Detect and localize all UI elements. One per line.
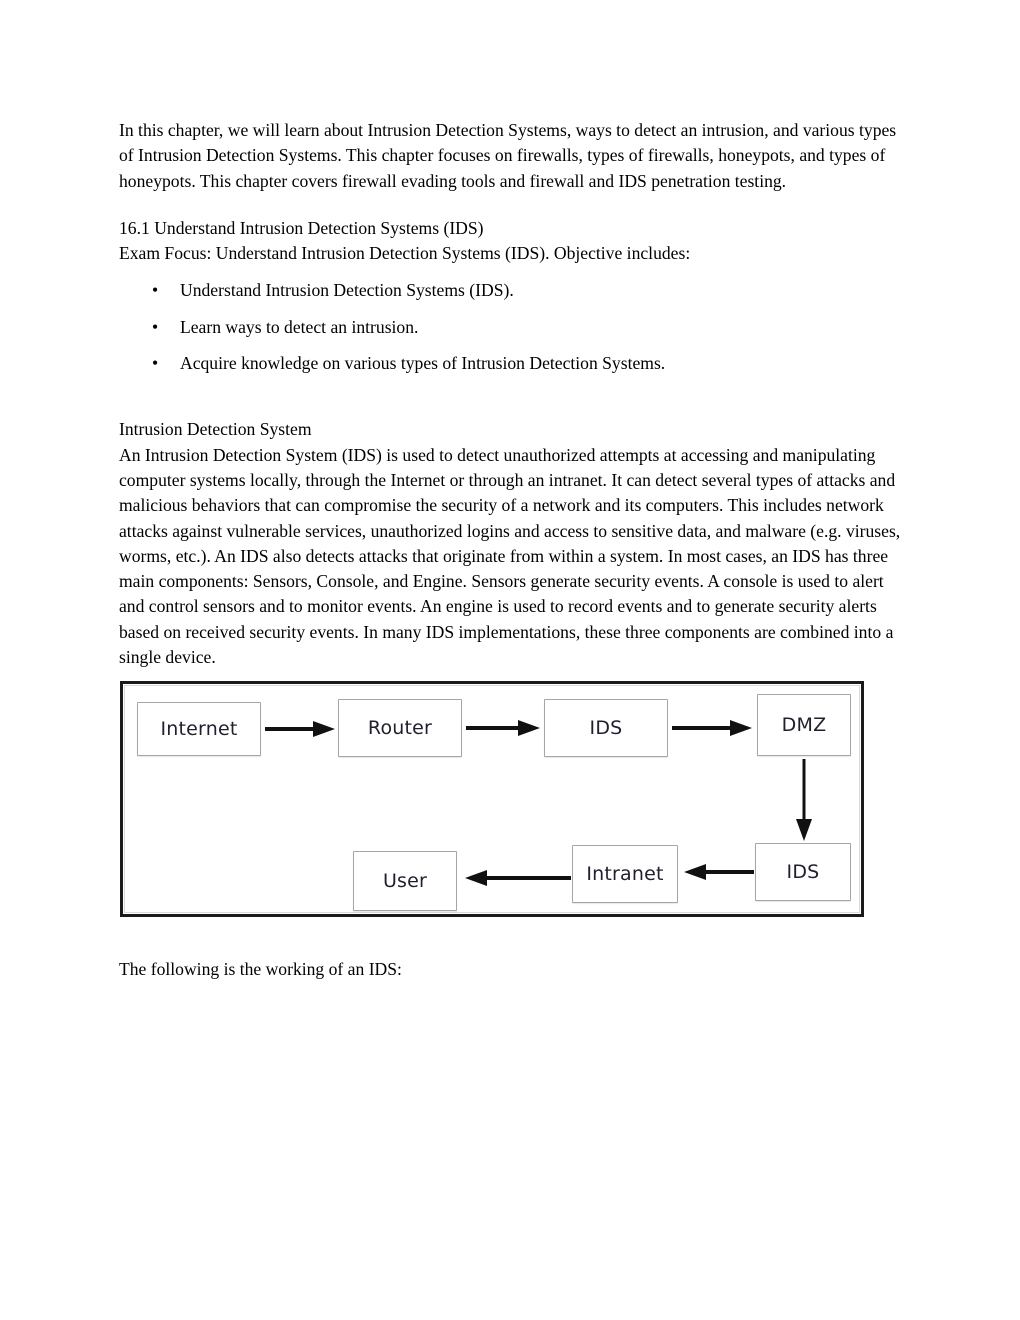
list-item: • Understand Intrusion Detection Systems…	[119, 278, 901, 303]
section-heading: 16.1 Understand Intrusion Detection Syst…	[119, 217, 484, 238]
list-item: • Learn ways to detect an intrusion.	[119, 315, 901, 340]
diagram-node-internet: Internet	[137, 702, 261, 756]
list-item-label: Acquire knowledge on various types of In…	[180, 353, 666, 374]
ids-network-diagram: Internet Router IDS DMZ User Intranet ID…	[120, 681, 864, 917]
document-content: In this chapter, we will learn about Int…	[119, 118, 901, 670]
diagram-arrow-internet-router	[265, 718, 337, 740]
list-item: • Acquire knowledge on various types of …	[119, 351, 901, 376]
diagram-node-ids-bottom: IDS	[755, 843, 851, 901]
diagram-node-label: IDS	[786, 861, 820, 883]
diagram-node-ids-top: IDS	[544, 699, 668, 757]
diagram-node-router: Router	[338, 699, 462, 757]
diagram-node-label: User	[382, 870, 428, 892]
diagram-node-label: Internet	[160, 718, 238, 740]
diagram-arrow-ids-dmz	[672, 717, 754, 739]
diagram-arrow-intranet-user	[461, 867, 571, 889]
diagram-node-label: Router	[367, 717, 433, 739]
diagram-node-user: User	[353, 851, 457, 911]
exam-focus-line: Exam Focus: Understand Intrusion Detecti…	[119, 243, 691, 264]
diagram-arrow-ids-intranet	[680, 861, 754, 883]
body-paragraph: An Intrusion Detection System (IDS) is u…	[119, 444, 901, 668]
diagram-node-dmz: DMZ	[757, 694, 851, 756]
diagram-node-label: IDS	[589, 717, 623, 739]
bullet-icon: •	[152, 280, 159, 301]
objectives-list: • Understand Intrusion Detection Systems…	[119, 278, 901, 376]
diagram-node-intranet: Intranet	[572, 845, 678, 903]
bullet-icon: •	[152, 316, 159, 337]
list-item-label: Learn ways to detect an intrusion.	[180, 316, 419, 337]
intro-paragraph: In this chapter, we will learn about Int…	[119, 120, 897, 191]
diagram-arrow-dmz-ids	[793, 759, 815, 843]
list-item-label: Understand Intrusion Detection Systems (…	[180, 280, 514, 301]
subsection-title: Intrusion Detection System	[119, 419, 312, 440]
bullet-icon: •	[152, 353, 159, 374]
diagram-arrow-router-ids	[466, 717, 542, 739]
diagram-node-label: DMZ	[781, 714, 827, 736]
document-page: In this chapter, we will learn about Int…	[0, 0, 1020, 1320]
closing-line: The following is the working of an IDS:	[119, 957, 901, 982]
diagram-node-label: Intranet	[586, 863, 664, 885]
closing-text: The following is the working of an IDS:	[119, 959, 402, 979]
